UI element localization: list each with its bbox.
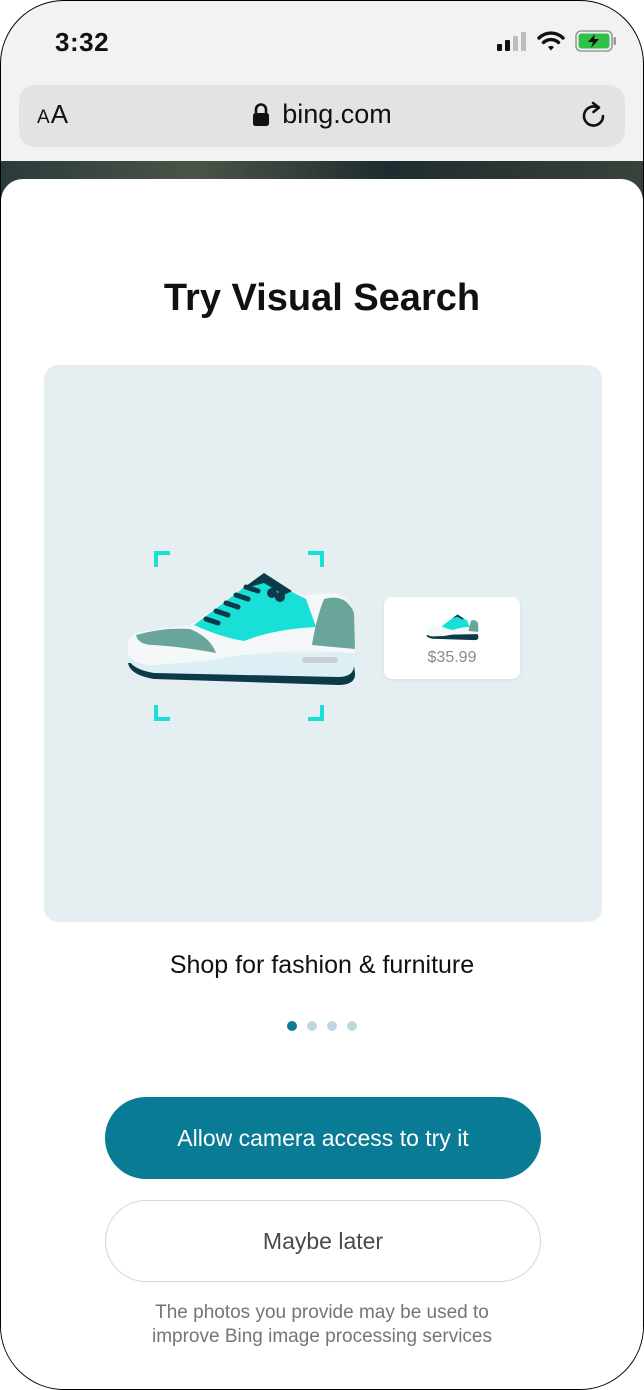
reload-icon[interactable] — [577, 99, 611, 133]
url-display[interactable]: bing.com — [19, 99, 625, 130]
allow-camera-button[interactable]: Allow camera access to try it — [105, 1097, 541, 1179]
signal-icon — [497, 32, 526, 51]
carousel-dot[interactable] — [327, 1021, 337, 1031]
result-price: $35.99 — [427, 649, 477, 666]
carousel-caption: Shop for fashion & furniture — [169, 951, 475, 979]
carousel-dots — [1, 1021, 643, 1031]
phone-frame: 3:32 AA bing.com Try Visual Search $35.9… — [0, 0, 644, 1390]
status-icons — [497, 29, 617, 53]
visual-search-illustration: $35.99 — [44, 365, 602, 922]
address-bar[interactable]: AA bing.com — [19, 85, 625, 147]
sneaker-icon — [127, 573, 356, 685]
carousel-dot[interactable] — [347, 1021, 357, 1031]
sneaker-icon — [426, 614, 479, 641]
carousel-dot[interactable] — [307, 1021, 317, 1031]
sheet-title: Try Visual Search — [163, 277, 481, 319]
disclaimer-line: The photos you provide may be used to — [155, 1302, 489, 1323]
wifi-icon — [537, 31, 565, 51]
privacy-disclaimer: The photos you provide may be used to im… — [1, 1301, 643, 1349]
result-card[interactable]: $35.99 — [384, 597, 520, 679]
carousel-dot[interactable] — [287, 1021, 297, 1031]
status-time: 3:32 — [55, 27, 110, 57]
url-text: bing.com — [282, 99, 392, 129]
disclaimer-line: improve Bing image processing services — [151, 1326, 493, 1347]
scan-corner-icon — [154, 705, 170, 721]
maybe-later-button[interactable]: Maybe later — [105, 1200, 541, 1282]
scan-corner-icon — [308, 551, 324, 567]
scan-corner-icon — [308, 705, 324, 721]
lock-icon — [253, 102, 270, 126]
scan-frame — [127, 551, 356, 721]
scan-corner-icon — [154, 551, 170, 567]
battery-charging-icon — [575, 30, 616, 52]
visual-search-sheet: Try Visual Search $35.99 Shop for fashio… — [1, 179, 643, 1389]
